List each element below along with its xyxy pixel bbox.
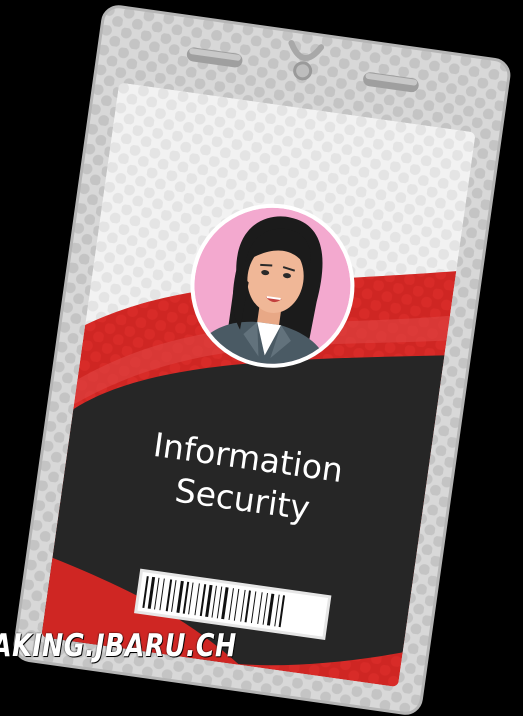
id-badge-illustration: Information Security bbox=[13, 5, 511, 715]
watermark-text: AKING.JBARU.CH bbox=[0, 628, 237, 664]
